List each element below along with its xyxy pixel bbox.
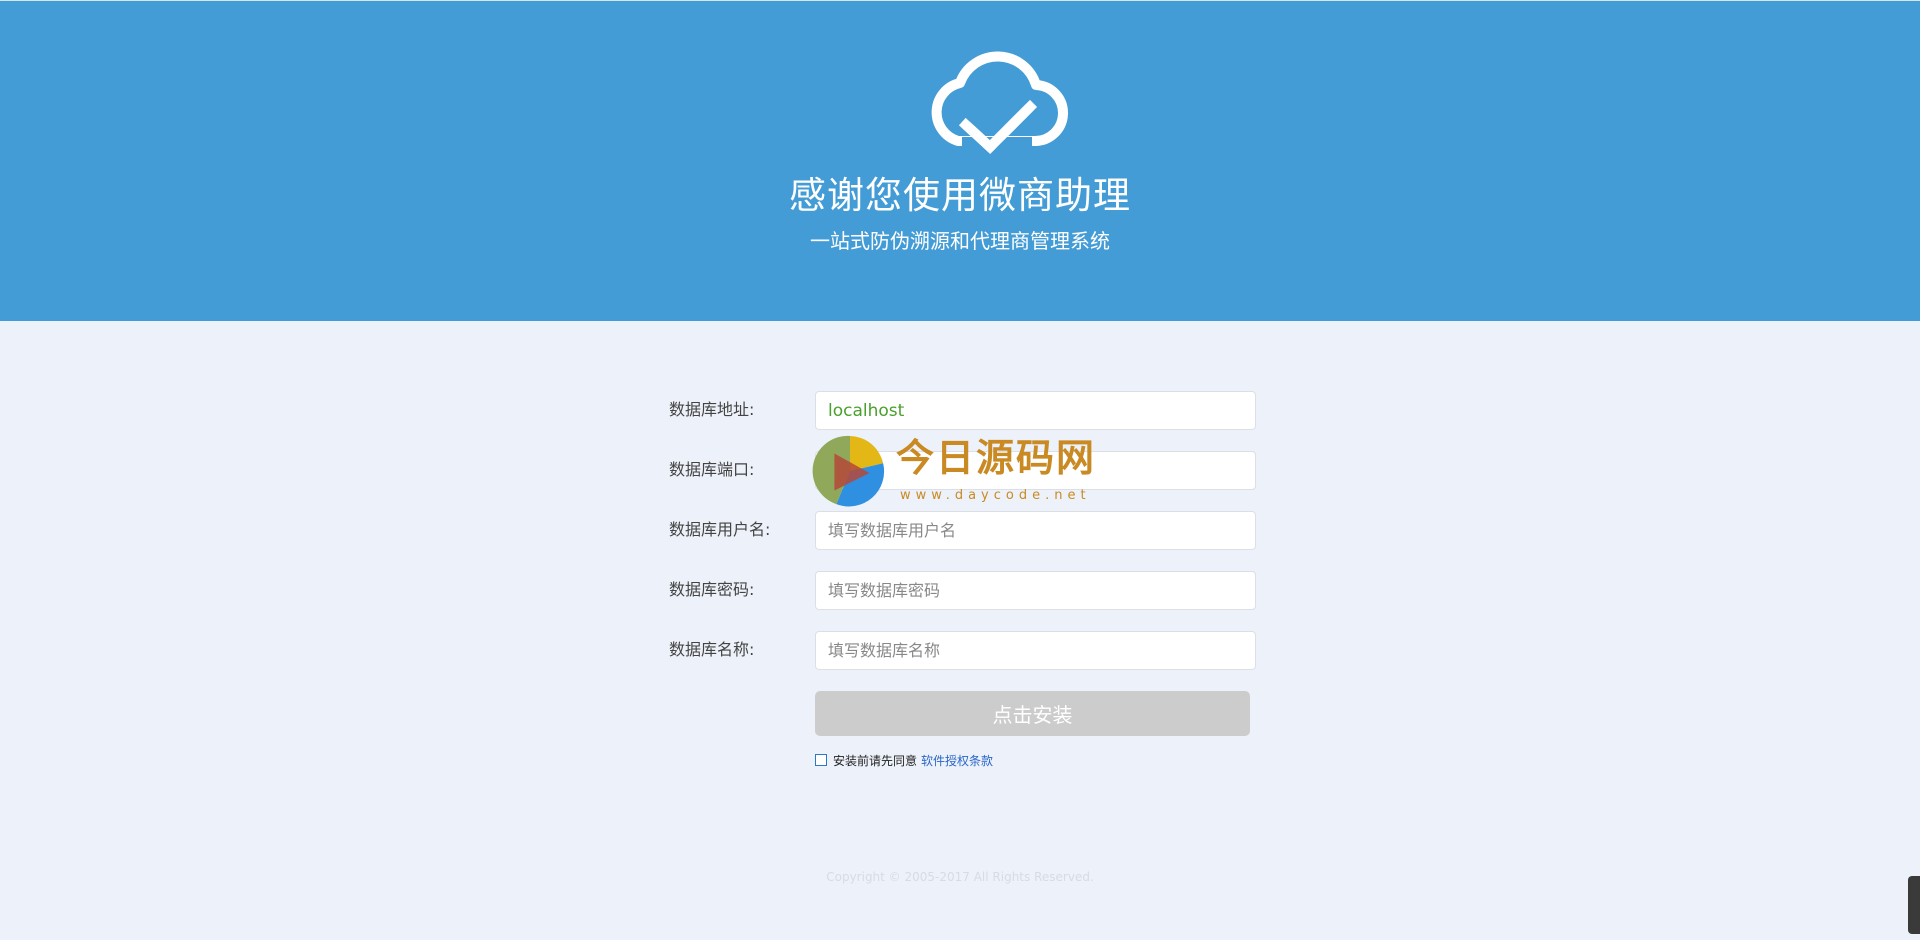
page-title: 感谢您使用微商助理	[789, 174, 1131, 217]
install-button[interactable]: 点击安装	[815, 691, 1250, 736]
db-port-input[interactable]	[815, 451, 1256, 490]
db-password-input[interactable]	[815, 571, 1256, 610]
db-name-input[interactable]	[815, 631, 1256, 670]
db-name-label: 数据库名称:	[669, 640, 755, 659]
page-subtitle: 一站式防伪溯源和代理商管理系统	[810, 229, 1110, 253]
db-host-label: 数据库地址:	[669, 400, 755, 419]
db-user-input[interactable]	[815, 511, 1256, 550]
db-password-label: 数据库密码:	[669, 580, 755, 599]
db-host-input[interactable]	[815, 391, 1256, 430]
header-banner: 感谢您使用微商助理 一站式防伪溯源和代理商管理系统	[0, 0, 1920, 321]
watermark-url: www.daycode.net	[900, 488, 1091, 503]
copyright: Copyright © 2005-2017 All Rights Reserve…	[826, 870, 1094, 884]
db-port-label: 数据库端口:	[669, 460, 755, 479]
agree-text: 安装前请先同意	[833, 753, 918, 768]
license-terms-link[interactable]: 软件授权条款	[921, 752, 993, 769]
side-widget-handle[interactable]	[1908, 876, 1920, 934]
agreement-row: 安装前请先同意 软件授权条款	[815, 751, 993, 769]
agree-checkbox[interactable]	[815, 754, 827, 766]
cloud-check-icon	[931, 51, 1068, 154]
db-user-label: 数据库用户名:	[669, 520, 771, 539]
